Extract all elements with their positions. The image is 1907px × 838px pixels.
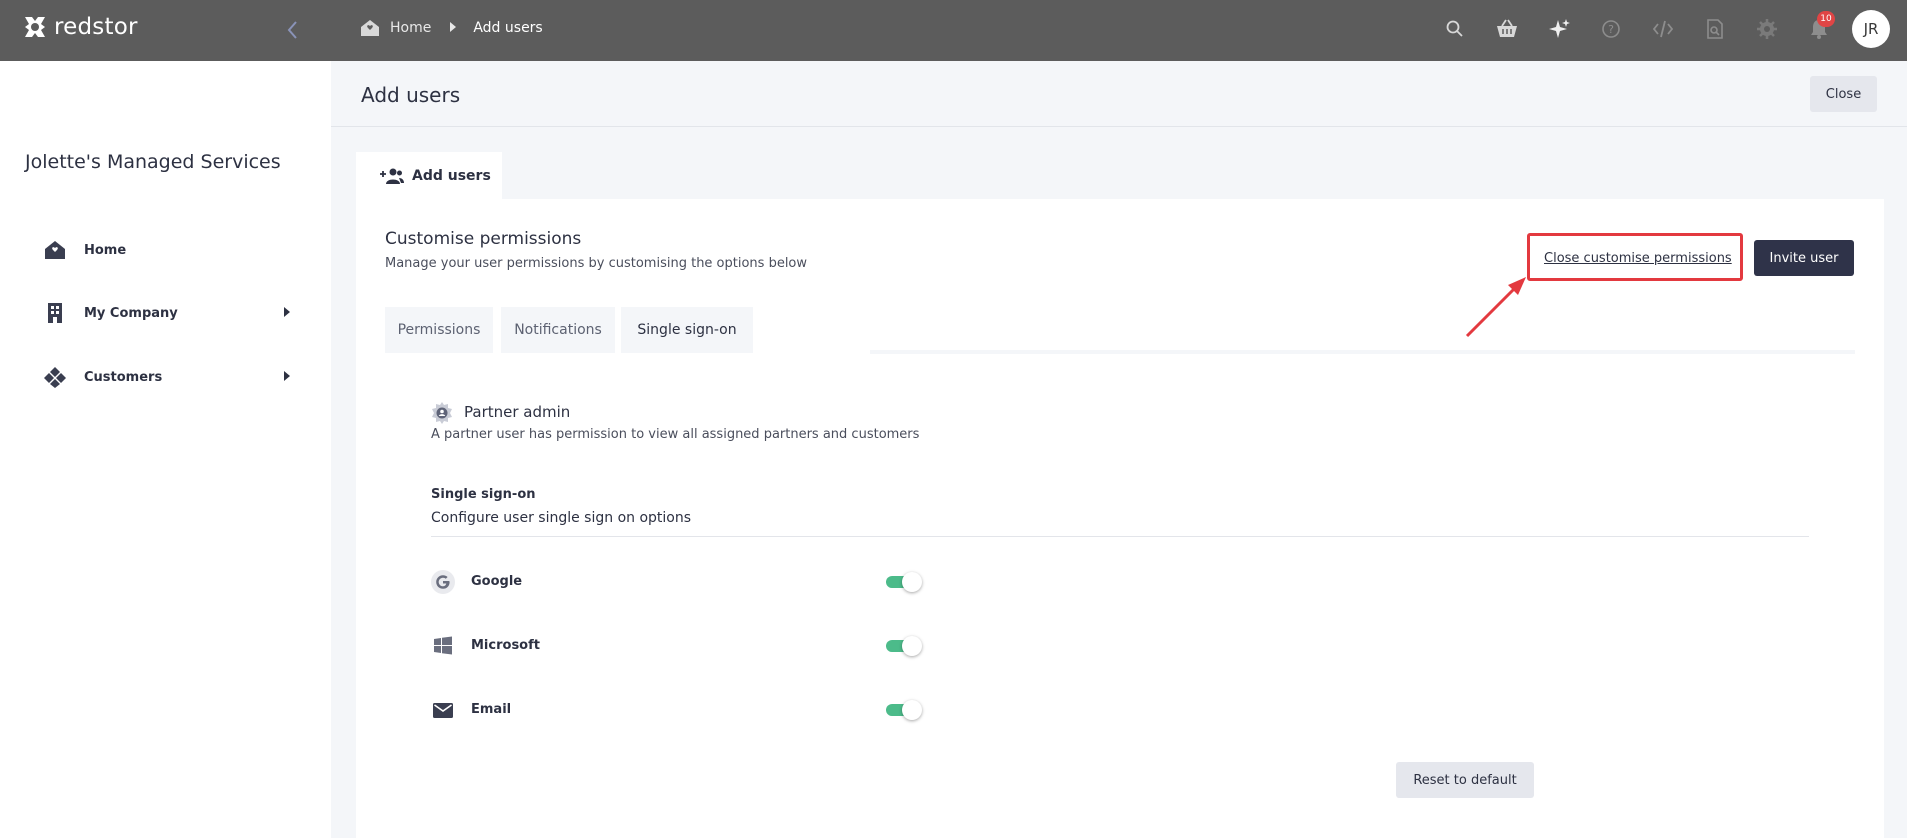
- tab-single-sign-on[interactable]: Single sign-on: [621, 307, 753, 353]
- caret-right-icon: [284, 371, 290, 381]
- toggle-knob: [902, 636, 922, 656]
- help-icon[interactable]: ?: [1599, 17, 1623, 41]
- email-toggle[interactable]: [886, 700, 922, 720]
- sidebar: Jolette's Managed Services Home My Compa…: [0, 61, 331, 838]
- sso-option-label: Google: [471, 574, 523, 589]
- section-title: Customise permissions: [385, 229, 582, 249]
- permission-tabs: Permissions Notifications Single sign-on: [385, 307, 1855, 354]
- svg-text:?: ?: [1608, 23, 1614, 36]
- chevron-right-icon: [449, 20, 457, 36]
- sidebar-item-my-company[interactable]: My Company: [44, 298, 294, 328]
- sso-option-microsoft: Microsoft: [431, 634, 951, 660]
- page-header: Add users Close: [331, 61, 1907, 127]
- sso-label: Single sign-on: [431, 487, 536, 502]
- sidebar-item-label: Customers: [84, 369, 163, 385]
- avatar[interactable]: JR: [1852, 10, 1890, 48]
- home-icon: [45, 241, 65, 259]
- caret-right-icon: [284, 307, 290, 317]
- sidebar-item-label: Home: [84, 242, 127, 258]
- code-icon[interactable]: [1651, 17, 1675, 41]
- breadcrumb-current: Add users: [473, 20, 543, 36]
- collapse-sidebar-icon[interactable]: [284, 18, 302, 42]
- logo[interactable]: redstor: [22, 14, 138, 40]
- windows-icon: [434, 636, 452, 655]
- tab-label: Add users: [412, 167, 491, 184]
- gear-icon[interactable]: [1755, 17, 1779, 41]
- reset-to-default-button[interactable]: Reset to default: [1396, 762, 1534, 798]
- sidebar-item-label: My Company: [84, 305, 178, 321]
- close-customise-permissions-link[interactable]: Close customise permissions: [1544, 251, 1732, 266]
- tab-divider: [870, 350, 1855, 354]
- invite-user-button[interactable]: Invite user: [1754, 240, 1854, 276]
- page-title: Add users: [361, 83, 461, 107]
- toggle-knob: [902, 700, 922, 720]
- tab-notifications[interactable]: Notifications: [501, 307, 615, 353]
- customers-icon: [44, 367, 66, 388]
- breadcrumb: Home Add users: [360, 19, 543, 37]
- redstor-logo-icon: [25, 17, 45, 37]
- sso-option-email: Email: [431, 698, 951, 724]
- close-button[interactable]: Close: [1810, 76, 1877, 112]
- building-icon: [48, 303, 62, 323]
- google-icon: [431, 570, 455, 594]
- inspect-icon[interactable]: [1703, 17, 1727, 41]
- sso-option-label: Email: [471, 702, 512, 717]
- search-icon[interactable]: [1443, 17, 1467, 41]
- sso-description: Configure user single sign on options: [431, 510, 692, 526]
- company-name: Jolette's Managed Services: [25, 151, 281, 173]
- divider: [431, 536, 1809, 537]
- basket-icon[interactable]: [1495, 17, 1519, 41]
- breadcrumb-home[interactable]: Home: [360, 19, 431, 37]
- notification-badge: 10: [1817, 11, 1835, 27]
- microsoft-toggle[interactable]: [886, 636, 922, 656]
- role-description: A partner user has permission to view al…: [431, 427, 920, 442]
- sidebar-item-customers[interactable]: Customers: [44, 362, 294, 392]
- tab-permissions[interactable]: Permissions: [385, 307, 493, 353]
- email-icon: [433, 703, 453, 718]
- section-subtitle: Manage your user permissions by customis…: [385, 256, 808, 271]
- breadcrumb-home-label: Home: [390, 20, 432, 36]
- toggle-knob: [902, 572, 922, 592]
- home-icon: [361, 20, 379, 36]
- top-bar: redstor Home Add users ? 10 JR: [0, 0, 1907, 61]
- sparkle-icon[interactable]: [1547, 17, 1571, 41]
- add-users-icon: [380, 168, 404, 184]
- sso-option-google: Google: [431, 570, 951, 596]
- sidebar-item-home[interactable]: Home: [44, 235, 294, 265]
- google-toggle[interactable]: [886, 572, 922, 592]
- logo-text: redstor: [54, 14, 138, 40]
- permissions-card: Customise permissions Manage your user p…: [356, 199, 1884, 838]
- tab-add-users[interactable]: Add users: [356, 152, 502, 199]
- partner-admin-icon: [432, 402, 452, 424]
- role-title: Partner admin: [464, 403, 571, 421]
- sso-option-label: Microsoft: [471, 638, 540, 653]
